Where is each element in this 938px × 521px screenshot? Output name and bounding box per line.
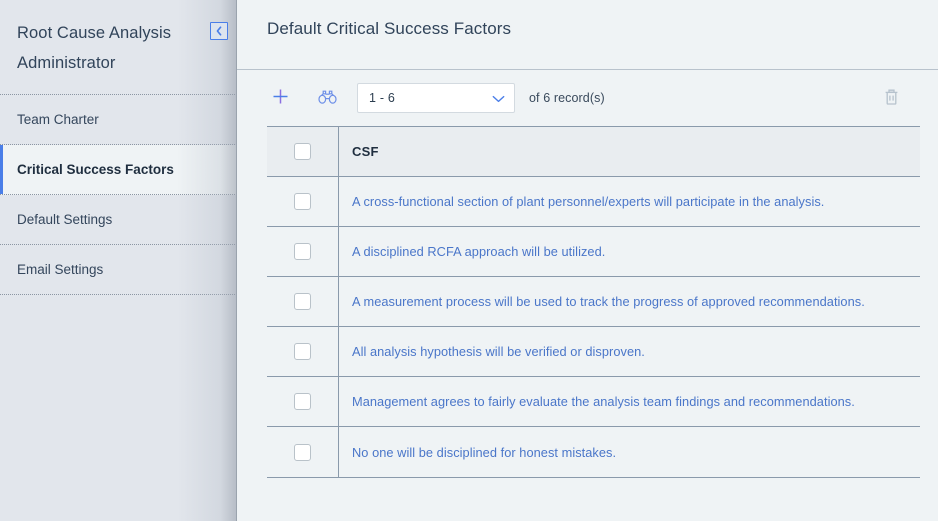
record-range-select[interactable]: 1 - 6 xyxy=(357,83,515,113)
sidebar-collapse-button[interactable] xyxy=(210,22,228,40)
table-row: A cross-functional section of plant pers… xyxy=(267,177,920,227)
sidebar-item-label: Email Settings xyxy=(17,262,104,277)
sidebar-item-critical-success-factors[interactable]: Critical Success Factors xyxy=(0,145,237,195)
app-root: Root Cause Analysis Administrator Team C… xyxy=(0,0,938,521)
row-select-cell xyxy=(267,277,339,326)
page-header: Default Critical Success Factors xyxy=(237,0,938,70)
row-csf-cell: No one will be disciplined for honest mi… xyxy=(339,427,920,477)
grid-toolbar: 1 - 6 of 6 record(s) xyxy=(237,70,938,126)
table-row: A disciplined RCFA approach will be util… xyxy=(267,227,920,277)
column-header-csf[interactable]: CSF xyxy=(339,127,920,176)
binoculars-icon xyxy=(317,89,337,108)
sidebar-item-label: Default Settings xyxy=(17,212,113,227)
sidebar: Root Cause Analysis Administrator Team C… xyxy=(0,0,237,521)
csf-link[interactable]: Management agrees to fairly evaluate the… xyxy=(352,394,855,409)
table-row: All analysis hypothesis will be verified… xyxy=(267,327,920,377)
row-csf-cell: A cross-functional section of plant pers… xyxy=(339,177,920,226)
sidebar-header: Root Cause Analysis Administrator xyxy=(0,0,237,95)
row-checkbox[interactable] xyxy=(294,393,311,410)
sidebar-item-label: Team Charter xyxy=(17,112,99,127)
row-csf-cell: Management agrees to fairly evaluate the… xyxy=(339,377,920,426)
add-record-button[interactable] xyxy=(267,85,293,111)
sidebar-item-email-settings[interactable]: Email Settings xyxy=(0,245,237,295)
chevron-down-icon xyxy=(492,91,505,106)
row-select-cell xyxy=(267,427,339,477)
row-checkbox[interactable] xyxy=(294,193,311,210)
csf-table: CSF A cross-functional section of plant … xyxy=(267,126,920,478)
csf-link[interactable]: A disciplined RCFA approach will be util… xyxy=(352,244,605,259)
row-select-cell xyxy=(267,327,339,376)
plus-icon xyxy=(272,88,289,108)
chevron-left-icon xyxy=(215,26,223,36)
sidebar-item-team-charter[interactable]: Team Charter xyxy=(0,95,237,145)
row-select-cell xyxy=(267,177,339,226)
row-checkbox[interactable] xyxy=(294,343,311,360)
find-records-button[interactable] xyxy=(314,85,340,111)
sidebar-item-default-settings[interactable]: Default Settings xyxy=(0,195,237,245)
table-header-row: CSF xyxy=(267,127,920,177)
delete-records-button[interactable] xyxy=(878,85,904,111)
page-title: Default Critical Success Factors xyxy=(267,19,512,38)
csf-link[interactable]: All analysis hypothesis will be verified… xyxy=(352,344,645,359)
record-count-label: of 6 record(s) xyxy=(529,91,605,105)
row-checkbox[interactable] xyxy=(294,243,311,260)
select-all-checkbox[interactable] xyxy=(294,143,311,160)
row-csf-cell: A measurement process will be used to tr… xyxy=(339,277,920,326)
csf-link[interactable]: A measurement process will be used to tr… xyxy=(352,294,865,309)
csf-link[interactable]: A cross-functional section of plant pers… xyxy=(352,194,824,209)
csf-link[interactable]: No one will be disciplined for honest mi… xyxy=(352,445,616,460)
select-all-cell xyxy=(267,127,339,176)
row-select-cell xyxy=(267,377,339,426)
row-checkbox[interactable] xyxy=(294,443,311,461)
sidebar-item-label: Critical Success Factors xyxy=(17,162,174,177)
row-csf-cell: A disciplined RCFA approach will be util… xyxy=(339,227,920,276)
table-row: No one will be disciplined for honest mi… xyxy=(267,427,920,477)
sidebar-nav: Team Charter Critical Success Factors De… xyxy=(0,95,237,295)
row-csf-cell: All analysis hypothesis will be verified… xyxy=(339,327,920,376)
sidebar-title: Root Cause Analysis Administrator xyxy=(17,24,172,72)
record-range-value: 1 - 6 xyxy=(369,91,396,105)
row-select-cell xyxy=(267,227,339,276)
column-header-label: CSF xyxy=(352,144,379,159)
row-checkbox[interactable] xyxy=(294,293,311,310)
table-row: Management agrees to fairly evaluate the… xyxy=(267,377,920,427)
table-row: A measurement process will be used to tr… xyxy=(267,277,920,327)
main-content: Default Critical Success Factors 1 - 6 o… xyxy=(237,0,938,521)
trash-icon xyxy=(883,88,900,109)
